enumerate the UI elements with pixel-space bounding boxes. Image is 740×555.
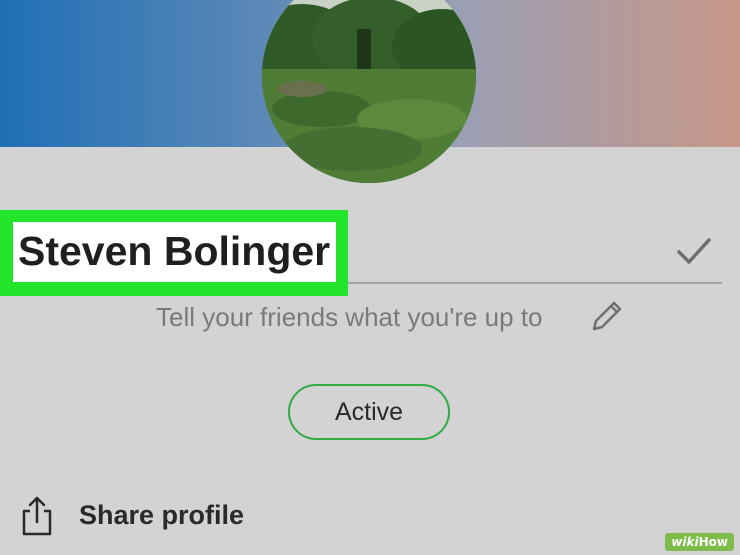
share-profile-row[interactable]: Share profile: [0, 488, 740, 544]
active-status-button[interactable]: Active: [288, 384, 450, 440]
avatar[interactable]: [262, 0, 476, 183]
name-field-underline: [348, 282, 722, 284]
pencil-icon[interactable]: [588, 297, 626, 335]
name-input-value[interactable]: Steven Bolinger: [18, 225, 330, 277]
status-prompt[interactable]: Tell your friends what you're up to: [156, 297, 543, 337]
wikihow-watermark: wikiHow: [665, 533, 734, 551]
share-icon: [22, 496, 52, 536]
share-profile-label: Share profile: [79, 500, 245, 530]
status-prompt-text: Tell your friends what you're up to: [156, 301, 543, 332]
avatar-photo: [262, 0, 476, 183]
checkmark-icon[interactable]: [672, 232, 714, 270]
active-status-label: Active: [334, 397, 404, 426]
profile-screen: Steven Bolinger Tell your friends what y…: [0, 0, 740, 555]
